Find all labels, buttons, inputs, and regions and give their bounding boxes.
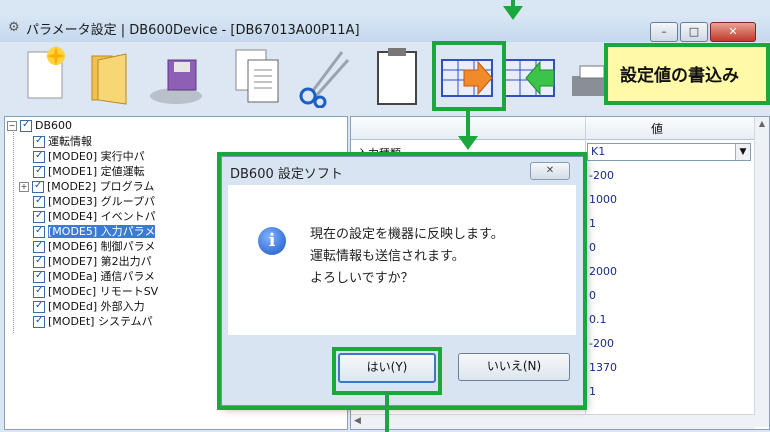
save-button[interactable] [148,46,206,108]
annotation-highlight-write-button [432,41,506,111]
checkbox[interactable] [33,239,45,253]
checkbox[interactable] [33,254,45,268]
tree-item-label: [MODE0] 実行中パ [48,150,145,163]
checkbox[interactable] [33,164,45,178]
grid-value[interactable]: 0 [589,289,596,302]
chevron-down-icon[interactable]: ▼ [735,144,750,160]
tree-item-label: 運転情報 [48,135,92,148]
copy-document-icon [235,49,279,103]
grid-value[interactable]: 2000 [589,265,617,278]
annotation-line [466,111,470,137]
grid-value[interactable]: 0 [589,241,596,254]
tree-item-label: [MODE1] 定値運転 [48,165,145,178]
minimize-button[interactable]: – [650,22,678,42]
checkbox[interactable] [33,299,45,313]
tree-item[interactable]: [MODEd] 外部入力 [33,299,145,314]
copy-button[interactable] [230,46,288,108]
callout-text: 設定値の書込み [620,66,739,86]
grid-header: 値 [351,117,755,140]
scroll-left-icon[interactable]: ◀ [354,416,361,426]
scroll-up-icon[interactable]: ▲ [755,119,769,128]
checkbox[interactable] [33,134,45,148]
tree-item[interactable]: [MODE0] 実行中パ [33,149,145,164]
tree-item-label: [MODEa] 通信パラメ [48,270,156,283]
grid-value[interactable]: 0.1 [589,313,607,326]
checkbox[interactable] [20,118,32,132]
paste-button[interactable] [368,46,426,108]
read-from-device-button[interactable] [500,46,558,108]
tree-item-label: [MODEt] システムパ [48,315,153,328]
checkbox[interactable] [33,209,45,223]
tree-item[interactable]: [MODEt] システムパ [33,314,153,329]
tree-item[interactable]: [MODEa] 通信パラメ [33,269,156,284]
tree-item-label: [MODE2] プログラム [47,180,155,193]
cut-icon [299,51,350,109]
tree-item-label: [MODEc] リモートSV [48,285,159,298]
tree-item-label: [MODE3] グループパ [48,195,155,208]
title-bar: ⚙ パラメータ設定 | DB600Device - [DB67013A00P11… [0,12,770,42]
collapse-icon[interactable]: − [7,121,17,131]
checkbox[interactable] [32,179,44,193]
input-type-value: K1 [591,145,606,158]
tree-root[interactable]: − DB600 [7,118,73,133]
new-icon [27,46,66,99]
horizontal-scrollbar[interactable]: ◀ [351,414,755,429]
checkbox[interactable] [33,284,45,298]
cut-button[interactable] [296,46,354,109]
tree-root-label: DB600 [35,119,73,132]
tree-item[interactable]: + [MODE2] プログラム [19,179,155,194]
annotation-arrow [503,6,523,20]
annotation-highlight-yes-button [332,347,442,395]
annotation-callout: 設定値の書込み [604,43,770,105]
input-type-select[interactable]: K1 ▼ [587,143,751,161]
tree-item[interactable]: [MODE6] 制御パラメ [33,239,156,254]
annotation-line [385,395,389,432]
window-title: パラメータ設定 | DB600Device - [DB67013A00P11A] [26,23,360,38]
tree-item[interactable]: [MODEc] リモートSV [33,284,159,299]
tree-item[interactable]: [MODE1] 定値運転 [33,164,145,179]
tree-item-label: [MODEd] 外部入力 [48,300,145,313]
open-folder-icon [91,53,127,105]
tree-item[interactable]: [MODE7] 第2出力パ [33,254,152,269]
minimize-icon: – [661,25,667,38]
grid-value[interactable]: -200 [589,169,614,182]
close-button[interactable]: ✕ [710,22,756,42]
tree-item-selected[interactable]: [MODE5] 入力パラメ [33,224,156,239]
expand-icon[interactable]: + [19,182,29,192]
checkbox[interactable] [33,194,45,208]
paste-icon [377,48,417,105]
tree-item-label: [MODE6] 制御パラメ [48,240,156,253]
grid-value[interactable]: -200 [589,337,614,350]
save-icon [150,59,202,104]
tree-item-label: [MODE4] イベントパ [48,210,156,223]
tree-item-label: [MODE5] 入力パラメ [48,225,156,238]
read-from-device-icon [503,59,555,97]
maximize-icon: □ [688,25,700,38]
tree-item[interactable]: 運転情報 [33,134,92,149]
checkbox[interactable] [33,269,45,283]
checkbox[interactable] [33,149,45,163]
app-icon: ⚙ [8,20,20,35]
checkbox[interactable] [33,314,45,328]
tree-item[interactable]: [MODE4] イベントパ [33,209,156,224]
tree-item-label: [MODE7] 第2出力パ [48,255,152,268]
grid-value[interactable]: 1000 [589,193,617,206]
checkbox[interactable] [33,224,45,238]
new-button[interactable] [16,46,74,108]
parameter-settings-window: ⚙ パラメータ設定 | DB600Device - [DB67013A00P11… [0,0,770,432]
tree-item[interactable]: [MODE3] グループパ [33,194,155,209]
grid-value[interactable]: 1 [589,217,596,230]
value-column-header: 値 [650,122,663,136]
close-icon: ✕ [728,25,738,38]
vertical-scrollbar[interactable]: ▲ [754,117,769,427]
tree-guide-line [13,127,14,333]
open-button[interactable] [82,46,140,108]
annotation-arrow [458,136,478,150]
grid-value[interactable]: 1 [589,385,596,398]
maximize-button[interactable]: □ [680,22,708,42]
grid-value[interactable]: 1370 [589,361,617,374]
